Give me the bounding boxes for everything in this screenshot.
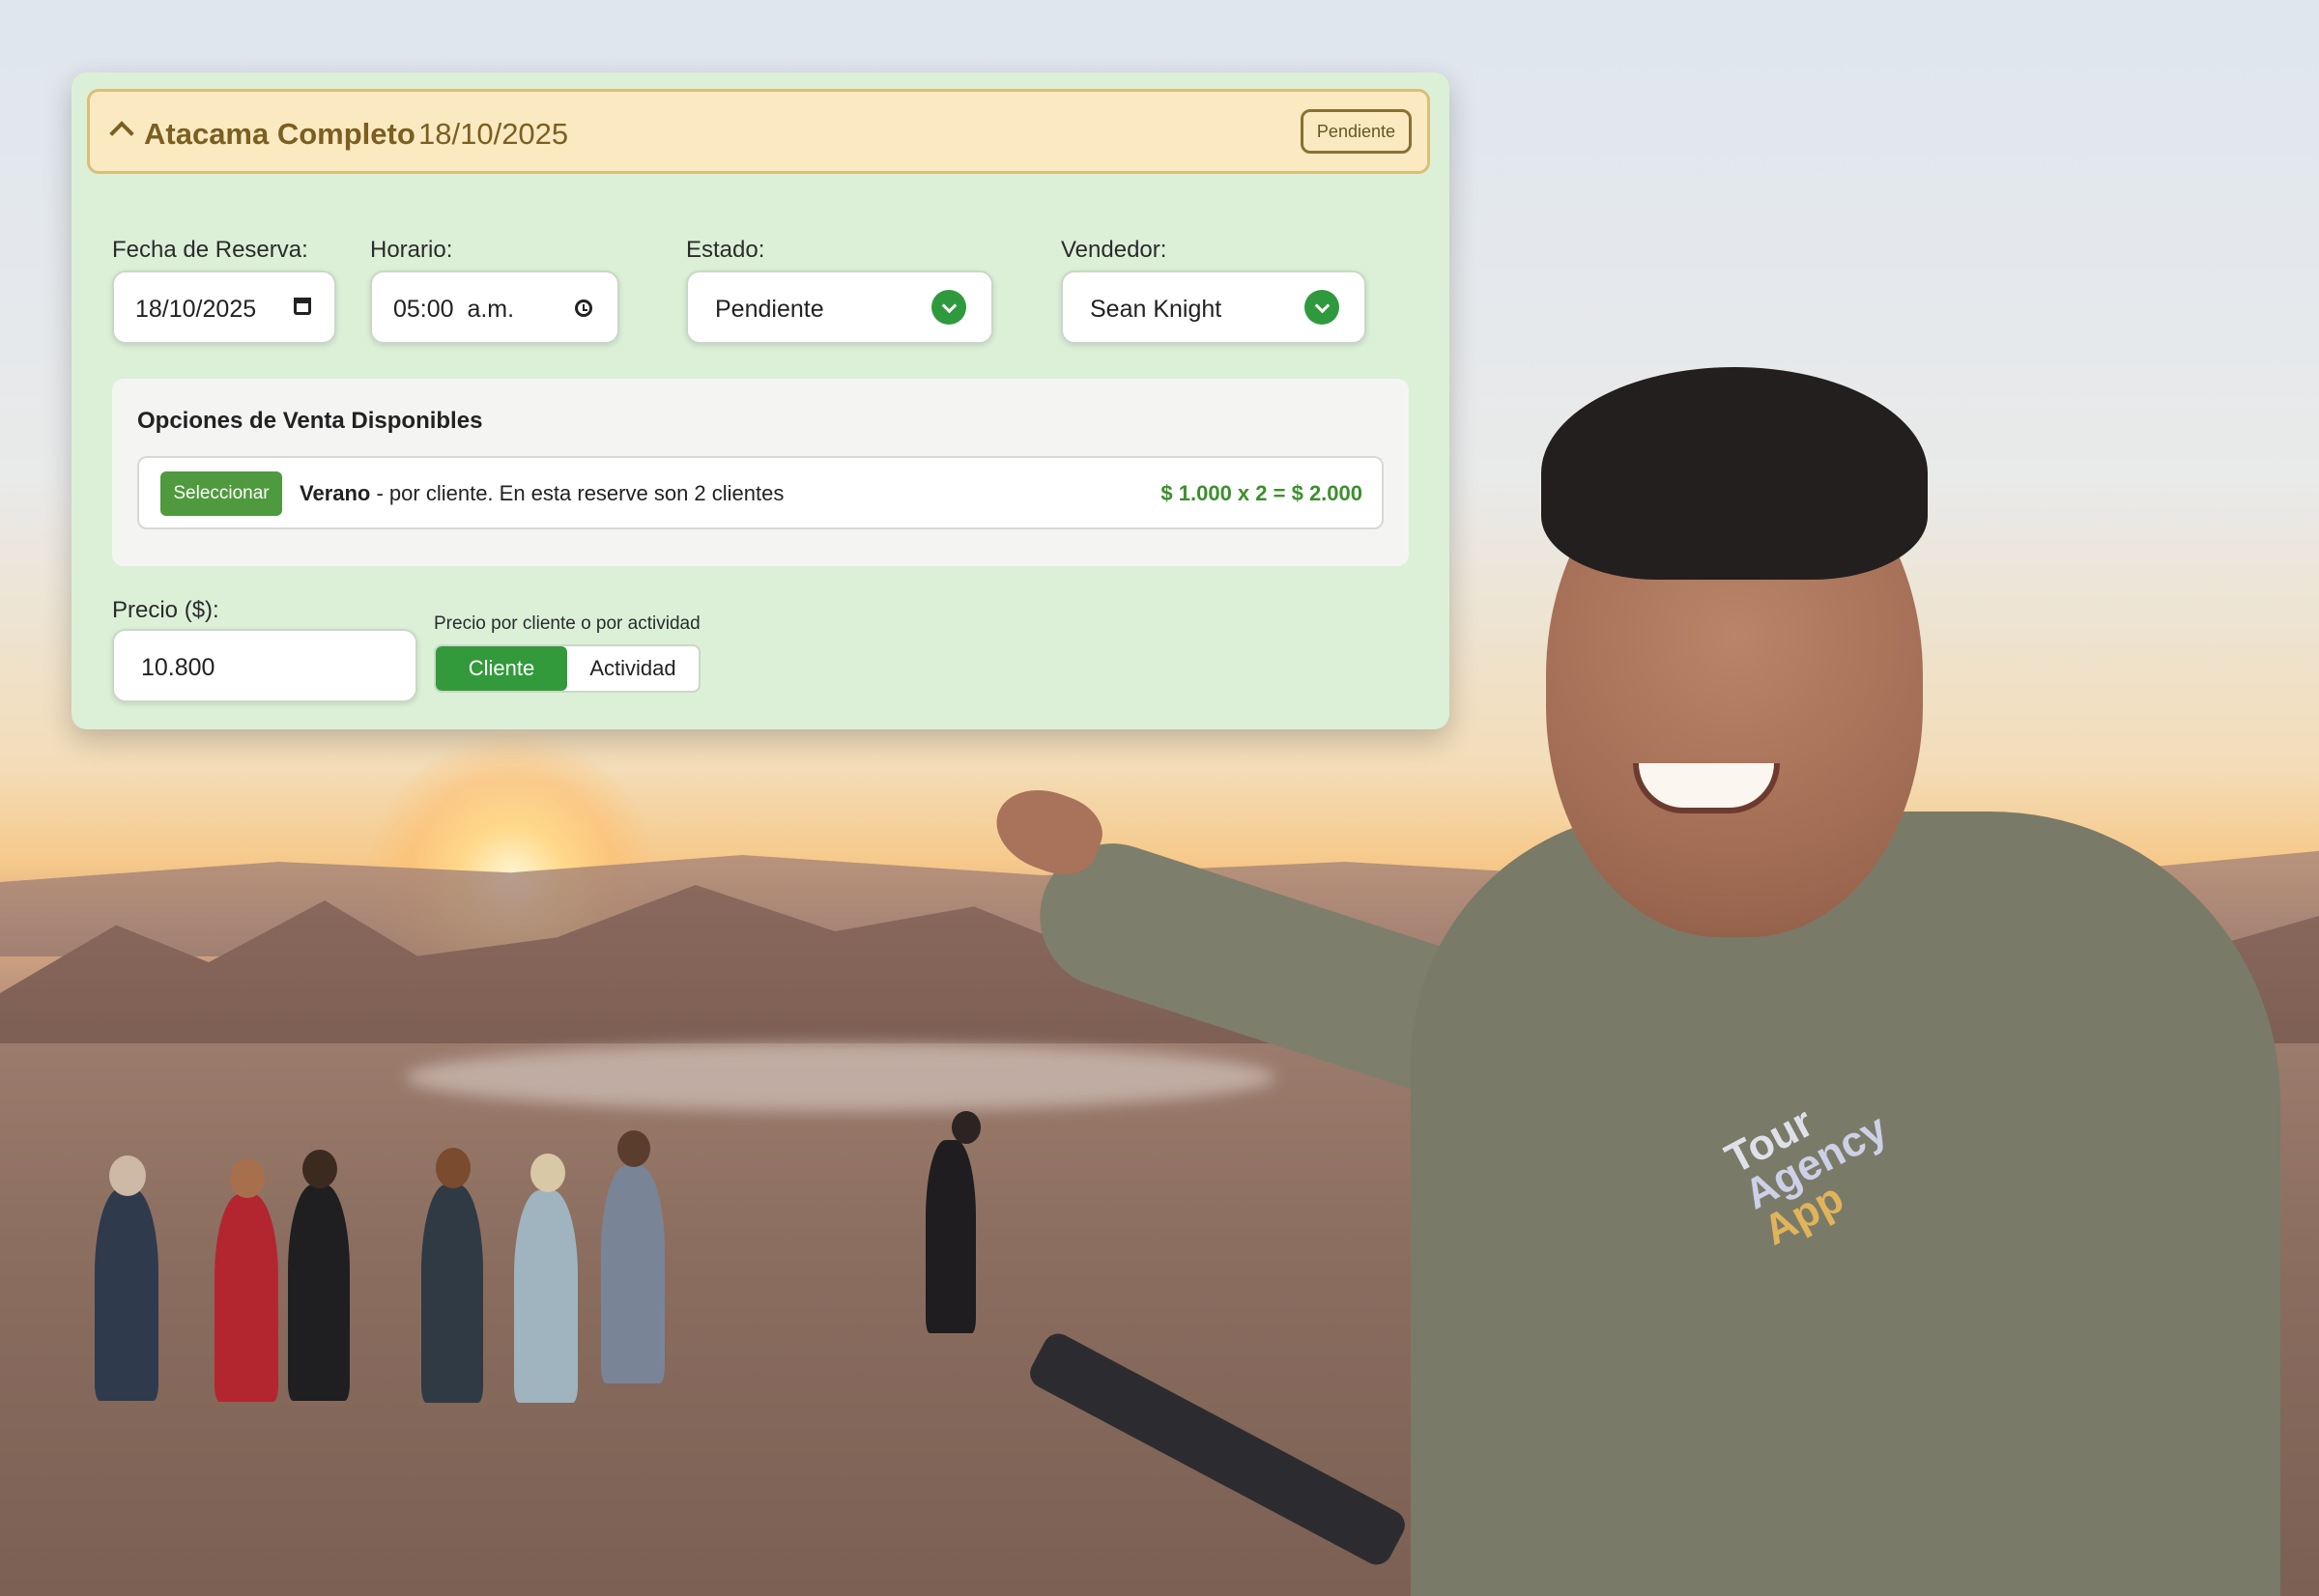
- booking-card: Atacama Completo 18/10/2025 Pendiente Fe…: [72, 72, 1449, 729]
- calendar-icon[interactable]: [294, 298, 311, 315]
- chevron-down-icon[interactable]: [931, 290, 966, 325]
- option-price-calc: $ 1.000 x 2 = $ 2.000: [1160, 481, 1362, 505]
- fecha-label: Fecha de Reserva:: [112, 237, 308, 263]
- precio-value: 10.800: [141, 654, 215, 681]
- option-detail: - por cliente. En esta reserve son 2 cli…: [370, 481, 785, 505]
- horario-value: 05:00 a.m.: [393, 296, 515, 323]
- sale-options-title: Opciones de Venta Disponibles: [137, 408, 483, 434]
- salt-flat: [406, 1043, 1275, 1111]
- fecha-reserva-input[interactable]: 18/10/2025: [112, 271, 336, 344]
- price-mode-toggle: Cliente Actividad: [434, 644, 701, 693]
- select-option-button[interactable]: Seleccionar: [160, 471, 282, 516]
- mode-cliente-button[interactable]: Cliente: [436, 646, 567, 691]
- option-description: Verano - por cliente. En esta reserve so…: [300, 481, 784, 506]
- price-mode-label: Precio por cliente o por actividad: [434, 613, 701, 634]
- sale-option-row: Seleccionar Verano - por cliente. En est…: [137, 456, 1384, 529]
- booking-header[interactable]: Atacama Completo 18/10/2025 Pendiente: [87, 89, 1430, 174]
- vendedor-select[interactable]: Sean Knight: [1061, 271, 1366, 344]
- chevron-down-icon[interactable]: [1304, 290, 1339, 325]
- option-name: Verano: [300, 481, 371, 505]
- fecha-value: 18/10/2025: [135, 296, 257, 323]
- estado-value: Pendiente: [715, 296, 824, 323]
- tour-date: 18/10/2025: [418, 117, 569, 151]
- sale-options-panel: Opciones de Venta Disponibles Selecciona…: [112, 379, 1409, 566]
- estado-select[interactable]: Pendiente: [686, 271, 993, 344]
- clock-icon[interactable]: [575, 299, 592, 317]
- horario-label: Horario:: [370, 237, 453, 263]
- precio-label: Precio ($):: [112, 597, 219, 623]
- precio-input[interactable]: 10.800: [112, 629, 417, 702]
- tour-name: Atacama Completo: [144, 117, 415, 151]
- vendedor-label: Vendedor:: [1061, 237, 1167, 263]
- estado-label: Estado:: [686, 237, 765, 263]
- mode-actividad-button[interactable]: Actividad: [567, 646, 699, 691]
- chevron-up-icon[interactable]: [109, 121, 134, 146]
- horario-input[interactable]: 05:00 a.m.: [370, 271, 619, 344]
- status-badge: Pendiente: [1300, 109, 1412, 154]
- vendedor-value: Sean Knight: [1090, 296, 1222, 323]
